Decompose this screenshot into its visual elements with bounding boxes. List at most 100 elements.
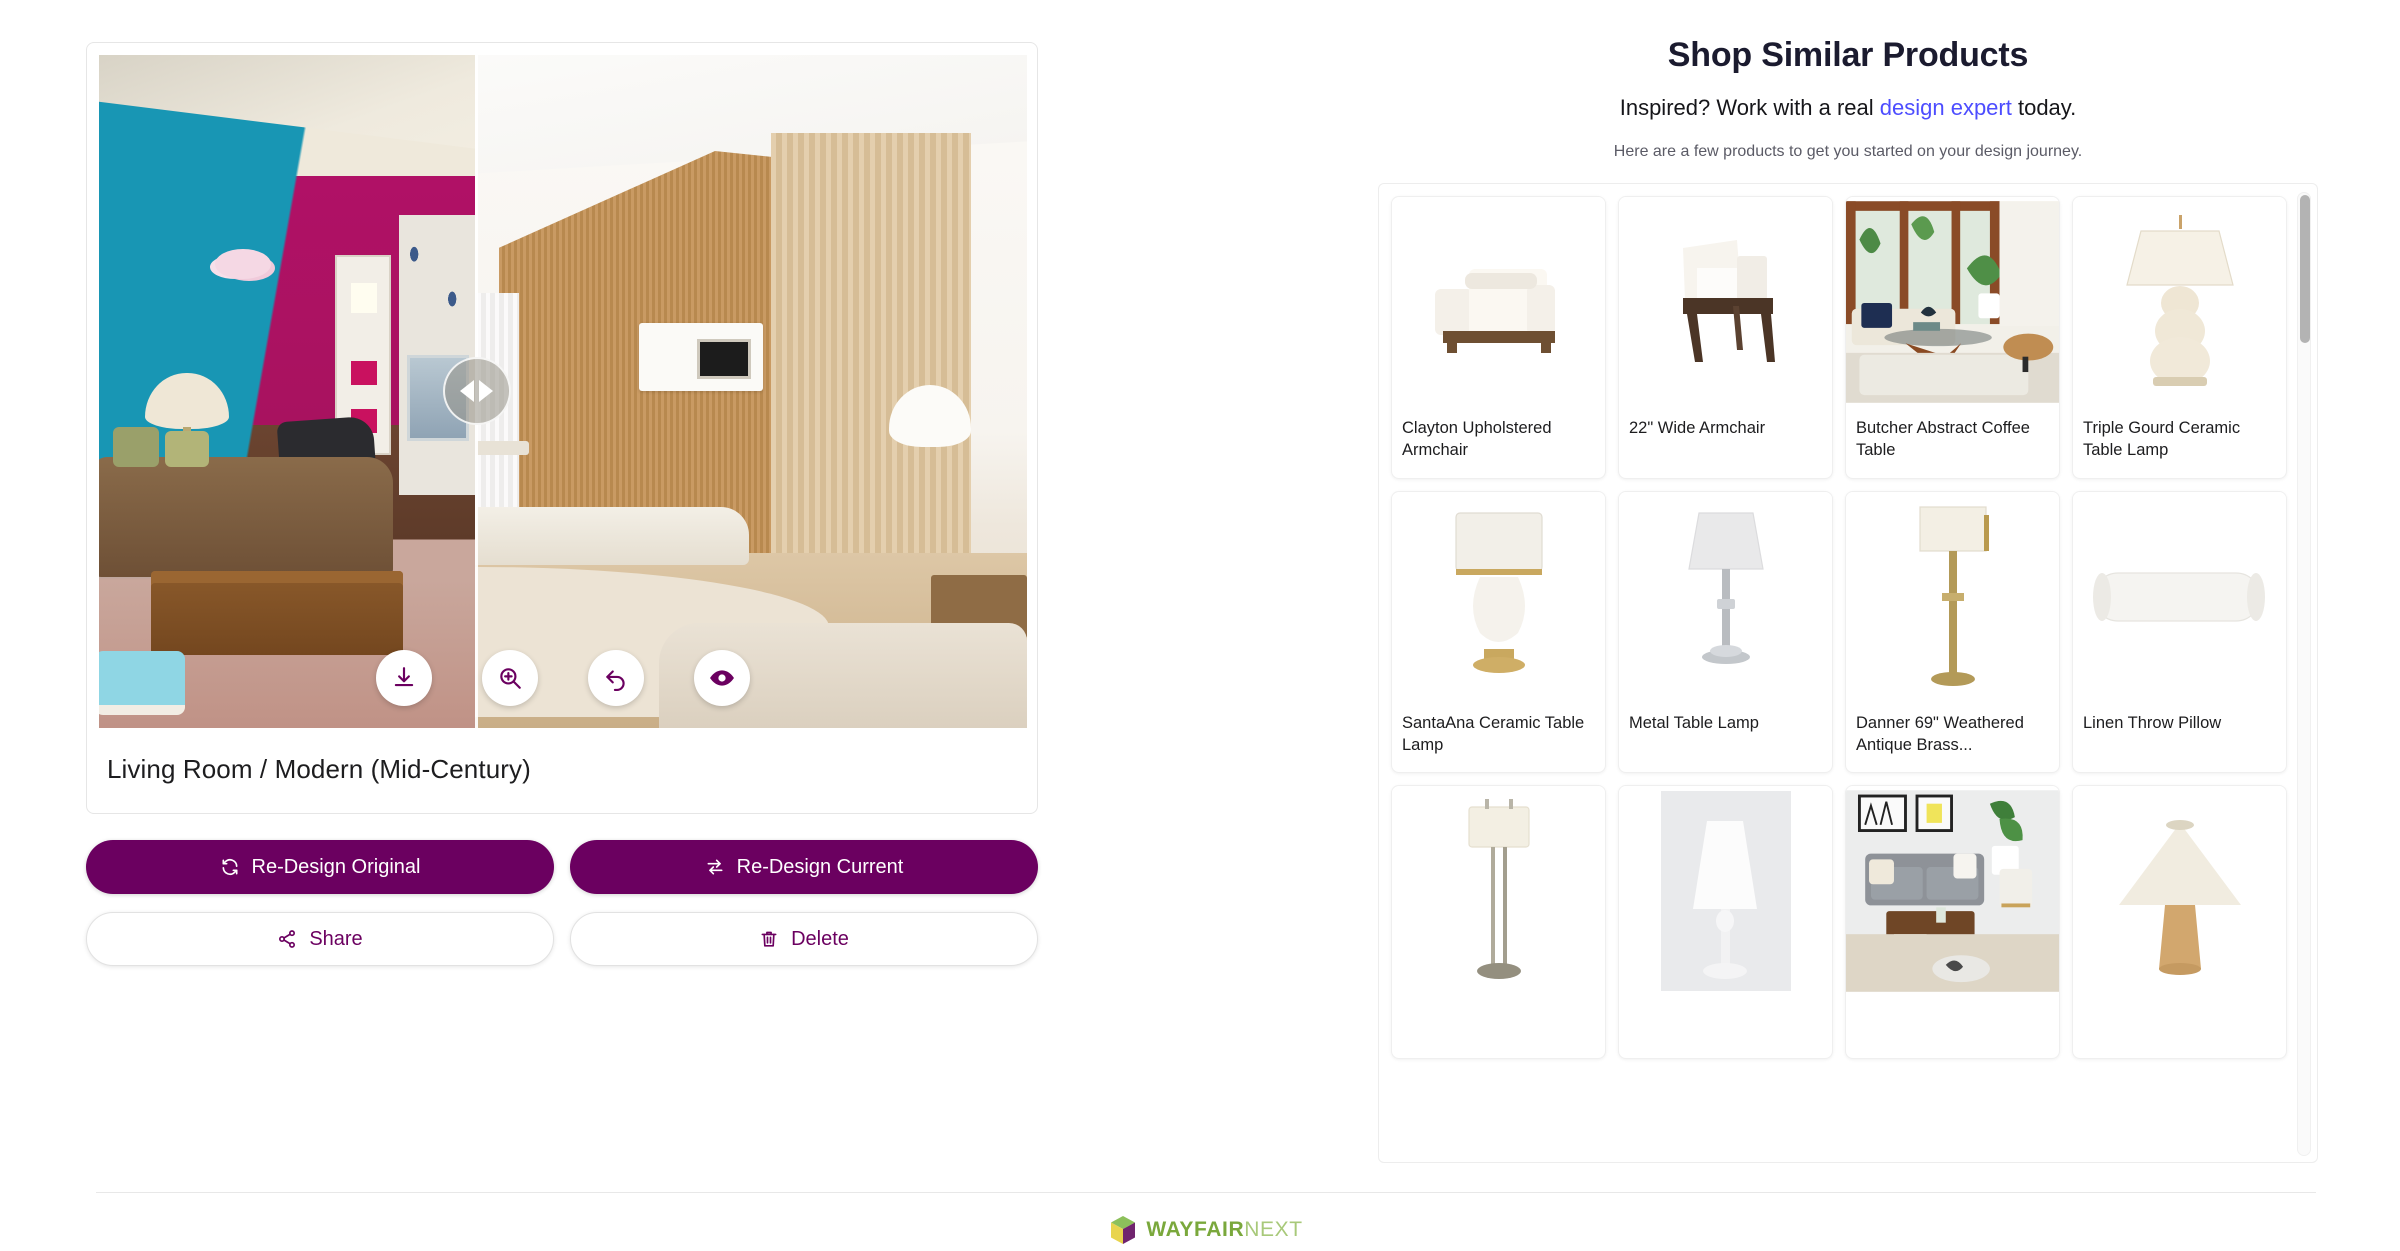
product-grid: Clayton Upholstered Armchair 22" Wide Ar…	[1391, 196, 2287, 1060]
products-scrollbar-thumb[interactable]	[2300, 195, 2310, 343]
product-image	[1392, 491, 1605, 702]
product-name: SantaAna Ceramic Table Lamp	[1402, 713, 1585, 754]
app-root: Living Room / Modern (Mid-Century) Re-De…	[0, 0, 2400, 1251]
design-expert-link[interactable]: design expert	[1880, 95, 2012, 120]
shop-title: Shop Similar Products	[1667, 36, 2029, 74]
product-card[interactable]: Linen Throw Pillow	[2072, 490, 2287, 774]
products-frame: Clayton Upholstered Armchair 22" Wide Ar…	[1378, 183, 2318, 1163]
product-card[interactable]: Clayton Upholstered Armchair	[1391, 196, 1606, 479]
eye-icon	[710, 670, 734, 686]
product-image	[1619, 786, 1832, 997]
swap-arrows-icon	[707, 859, 723, 875]
redesign-original-button[interactable]: Re-Design Original	[86, 840, 554, 894]
product-card[interactable]: Metal Table Lamp	[1618, 490, 1833, 774]
cone-lamp-icon	[2118, 820, 2241, 976]
undo-icon	[606, 670, 625, 691]
shop-subtitle-after: today.	[2011, 95, 2077, 120]
refresh-icon	[222, 859, 238, 875]
footer-logo[interactable]: WAYFAIRNEXT	[96, 1215, 2316, 1245]
product-name	[2073, 996, 2286, 1058]
redesign-original-label: Re-Design Original	[251, 855, 421, 878]
shop-subtitle: Inspired? Work with a real design expert…	[1378, 95, 2318, 121]
share-button[interactable]: Share	[86, 912, 554, 966]
product-name: Clayton Upholstered Armchair	[1402, 419, 1552, 460]
share-icon	[279, 930, 296, 948]
footer-logo-primary: WAYFAIR	[1146, 1218, 1245, 1241]
product-card[interactable]: Butcher Abstract Coffee Table	[1845, 196, 2060, 479]
product-image	[1619, 197, 1832, 407]
product-name: Linen Throw Pillow	[2083, 713, 2222, 732]
delete-label: Delete	[791, 927, 849, 950]
redesign-current-label: Re-Design Current	[736, 855, 904, 878]
products-scroll-area[interactable]: Clayton Upholstered Armchair 22" Wide Ar…	[1379, 184, 2295, 1162]
product-name: Triple Gourd Ceramic Table Lamp	[2083, 419, 2241, 460]
arrow-right-icon	[479, 380, 493, 402]
share-label: Share	[309, 927, 363, 950]
wide-armchair-icon	[1682, 240, 1775, 362]
product-name: Butcher Abstract Coffee Table	[1856, 419, 2030, 460]
gourd-lamp-icon	[2125, 215, 2234, 386]
bolster-pillow-icon	[2092, 571, 2265, 622]
zoom-in-icon	[500, 668, 521, 689]
product-card[interactable]: Danner 69" Weathered Antique Brass...	[1845, 490, 2060, 774]
primary-action-row: Re-Design Original Re-Design Current	[86, 840, 1038, 894]
product-image	[1392, 786, 1605, 997]
delete-button[interactable]: Delete	[570, 912, 1038, 966]
product-image	[2073, 197, 2286, 407]
armchair-icon	[1434, 269, 1555, 353]
products-scrollbar-track[interactable]	[2297, 192, 2311, 1156]
product-image	[2073, 491, 2286, 702]
after-image	[475, 55, 1027, 728]
product-name	[1392, 996, 1605, 1058]
white-floor-lamp-icon	[1660, 791, 1791, 992]
product-image	[1846, 197, 2059, 407]
view-button[interactable]	[694, 650, 750, 706]
product-name: 22" Wide Armchair	[1629, 419, 1766, 437]
footer: WAYFAIRNEXT	[96, 1192, 2316, 1245]
before-after-comparison[interactable]	[99, 55, 1027, 728]
room-scene-coffee-table-icon	[1846, 201, 2059, 403]
zoom-in-button[interactable]	[482, 650, 538, 706]
product-name	[1846, 996, 2059, 1058]
undo-button[interactable]	[588, 650, 644, 706]
tall-floor-lamp-icon	[1467, 799, 1530, 980]
footer-divider	[96, 1192, 2316, 1193]
cube-logo-icon	[1109, 1215, 1137, 1245]
shop-panel: Shop Similar Products Inspired? Work wit…	[1378, 36, 2318, 1163]
download-button[interactable]	[376, 650, 432, 706]
product-name	[1619, 996, 1832, 1058]
product-name: Metal Table Lamp	[1629, 713, 1759, 732]
download-icon	[394, 667, 414, 687]
product-name: Danner 69" Weathered Antique Brass...	[1856, 713, 2024, 754]
product-image	[1619, 491, 1832, 702]
secondary-action-row: Share Delete	[86, 912, 1038, 966]
room-scene-sofa-icon	[1846, 790, 2059, 992]
design-actions: Re-Design Original Re-Design Current Sha…	[86, 840, 1038, 966]
arrow-left-icon	[460, 380, 474, 402]
before-image	[99, 55, 475, 728]
design-title: Living Room / Modern (Mid-Century)	[107, 754, 531, 784]
image-toolbar	[99, 650, 1027, 706]
product-card[interactable]: 22" Wide Armchair	[1618, 196, 1833, 479]
ceramic-lamp-icon	[1454, 512, 1543, 674]
product-card[interactable]	[1618, 785, 1833, 1060]
comparison-slider-handle[interactable]	[442, 357, 511, 425]
product-image	[2073, 786, 2286, 997]
product-card[interactable]	[1391, 785, 1606, 1060]
brass-floor-lamp-icon	[1918, 505, 1989, 686]
footer-logo-secondary: NEXT	[1244, 1218, 1303, 1241]
product-image	[1846, 491, 2059, 702]
product-card[interactable]: Triple Gourd Ceramic Table Lamp	[2072, 196, 2287, 479]
product-card[interactable]	[1845, 785, 2060, 1060]
product-image	[1846, 786, 2059, 997]
shop-subtitle-before: Inspired? Work with a real	[1619, 95, 1880, 120]
product-card[interactable]	[2072, 785, 2287, 1060]
redesign-current-button[interactable]: Re-Design Current	[570, 840, 1038, 894]
design-card: Living Room / Modern (Mid-Century)	[86, 42, 1038, 814]
shop-note: Here are a few products to get you start…	[1613, 143, 2083, 160]
trash-icon	[761, 931, 777, 947]
footer-logo-text: WAYFAIRNEXT	[1146, 1218, 1302, 1242]
metal-lamp-icon	[1687, 512, 1764, 665]
product-image	[1392, 197, 1605, 407]
product-card[interactable]: SantaAna Ceramic Table Lamp	[1391, 490, 1606, 774]
